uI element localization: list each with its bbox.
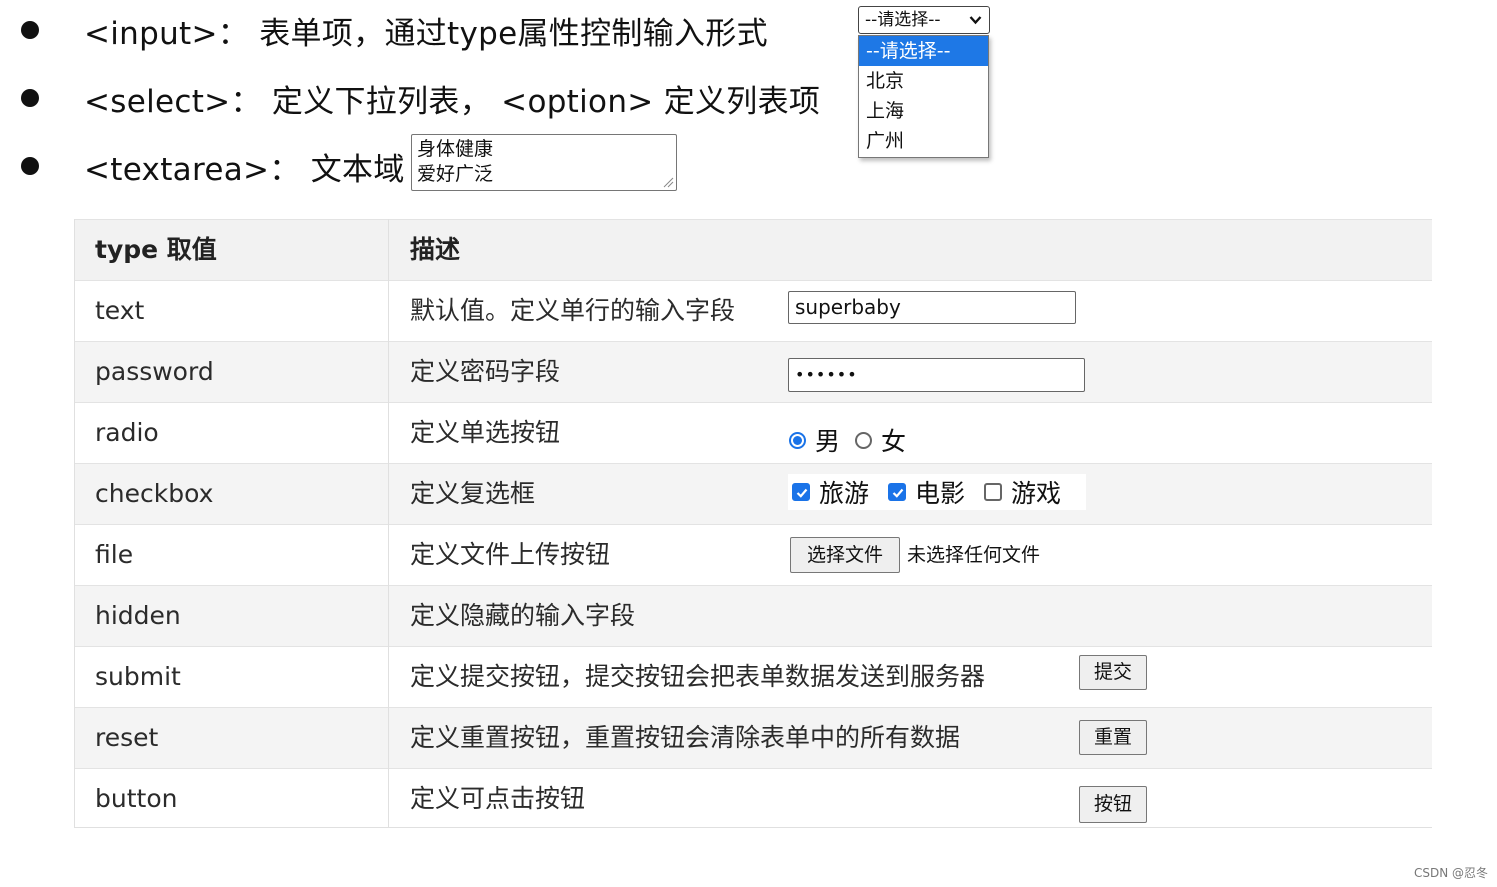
bullet-dot	[21, 21, 39, 39]
select-value: --请选择--	[865, 10, 941, 30]
check-icon	[796, 488, 808, 498]
reset-button[interactable]: 重置	[1079, 720, 1147, 755]
check-icon	[892, 488, 904, 498]
slide: <input>： 表单项，通过type属性控制输入形式 <select>： 定义…	[0, 0, 1497, 887]
checkbox-label: 旅游	[819, 479, 870, 508]
checkbox-label: 游戏	[1011, 479, 1062, 508]
checkbox-label: 电影	[915, 479, 966, 508]
table-row: reset 定义重置按钮，重置按钮会清除表单中的所有数据	[74, 707, 1432, 768]
bullet-text: <select>： 定义下拉列表， <option> 定义列表项	[84, 83, 821, 120]
table-row: submit 定义提交按钮，提交按钮会把表单数据发送到服务器	[74, 646, 1432, 707]
city-select[interactable]: --请选择--	[858, 6, 990, 34]
radio-group-gender: 男 女	[789, 422, 921, 458]
cell-desc: 定义可点击按钮	[410, 784, 586, 813]
radio-label: 男	[815, 427, 841, 456]
cell-desc: 定义提交按钮，提交按钮会把表单数据发送到服务器	[410, 662, 986, 691]
checkbox-travel[interactable]	[792, 483, 810, 501]
bullet-dot	[21, 157, 39, 175]
radio-label: 女	[881, 427, 907, 456]
table-row: checkbox 定义复选框	[74, 463, 1432, 524]
header-desc: 描述	[410, 235, 461, 264]
select-option[interactable]: 北京	[859, 66, 988, 96]
checkbox-group-hobby: 旅游 电影 游戏	[788, 474, 1086, 510]
resize-grip-icon[interactable]	[662, 176, 674, 188]
cell-type: file	[95, 540, 134, 569]
password-input-demo[interactable]: ••••••	[788, 358, 1085, 392]
cell-type: text	[95, 296, 145, 325]
cell-type: button	[95, 784, 178, 813]
select-option[interactable]: 上海	[859, 96, 988, 126]
cell-type: password	[95, 357, 214, 386]
checkbox-movie[interactable]	[888, 483, 907, 501]
table-border-left	[74, 219, 75, 828]
cell-type: hidden	[95, 601, 181, 630]
cell-type: submit	[95, 662, 181, 691]
submit-button[interactable]: 提交	[1079, 655, 1147, 690]
cell-desc: 默认值。定义单行的输入字段	[410, 296, 736, 325]
cell-desc: 定义隐藏的输入字段	[410, 601, 636, 630]
cell-type: reset	[95, 723, 159, 752]
textarea-line: 爱好广泛	[417, 163, 494, 185]
cell-desc: 定义复选框	[410, 479, 536, 508]
table-row: button 定义可点击按钮	[74, 768, 1432, 829]
bullet-text: <input>： 表单项，通过type属性控制输入形式	[84, 15, 768, 52]
cell-desc: 定义单选按钮	[410, 418, 561, 447]
select-option[interactable]: 广州	[859, 126, 988, 156]
plain-button[interactable]: 按钮	[1079, 786, 1147, 823]
bullet-dot	[21, 89, 39, 107]
demo-textarea[interactable]: 身体健康 爱好广泛	[411, 134, 677, 191]
bullet-text: <textarea>： 文本域	[84, 151, 405, 188]
checkbox-game[interactable]	[984, 483, 1003, 501]
cell-type: checkbox	[95, 479, 214, 508]
table-column-divider	[388, 219, 389, 828]
table-row: password 定义密码字段	[74, 341, 1432, 402]
header-type: type 取值	[95, 235, 217, 264]
choose-file-button[interactable]: 选择文件	[790, 537, 900, 573]
table-row: text 默认值。定义单行的输入字段	[74, 280, 1432, 341]
textarea-line: 身体健康	[417, 138, 494, 160]
watermark: CSDN @忍冬	[1414, 866, 1489, 880]
table-row: radio 定义单选按钮	[74, 402, 1432, 463]
cell-desc: 定义密码字段	[410, 357, 561, 386]
radio-female[interactable]	[855, 431, 873, 449]
table-row: file 定义文件上传按钮	[74, 524, 1432, 585]
select-dropdown-list: --请选择-- 北京 上海 广州	[858, 35, 989, 158]
radio-male[interactable]	[789, 431, 806, 449]
text-input-demo[interactable]: superbaby	[788, 291, 1076, 324]
file-status-text: 未选择任何文件	[907, 537, 1055, 573]
table-row: hidden 定义隐藏的输入字段	[74, 585, 1432, 646]
select-option[interactable]: --请选择--	[859, 36, 988, 66]
cell-type: radio	[95, 418, 159, 447]
cell-desc: 定义重置按钮，重置按钮会清除表单中的所有数据	[410, 723, 961, 752]
cell-desc: 定义文件上传按钮	[410, 540, 611, 569]
table-border-bottom	[74, 827, 1432, 828]
table-header-row: type 取值 描述	[74, 219, 1432, 280]
chevron-down-icon	[969, 16, 982, 25]
